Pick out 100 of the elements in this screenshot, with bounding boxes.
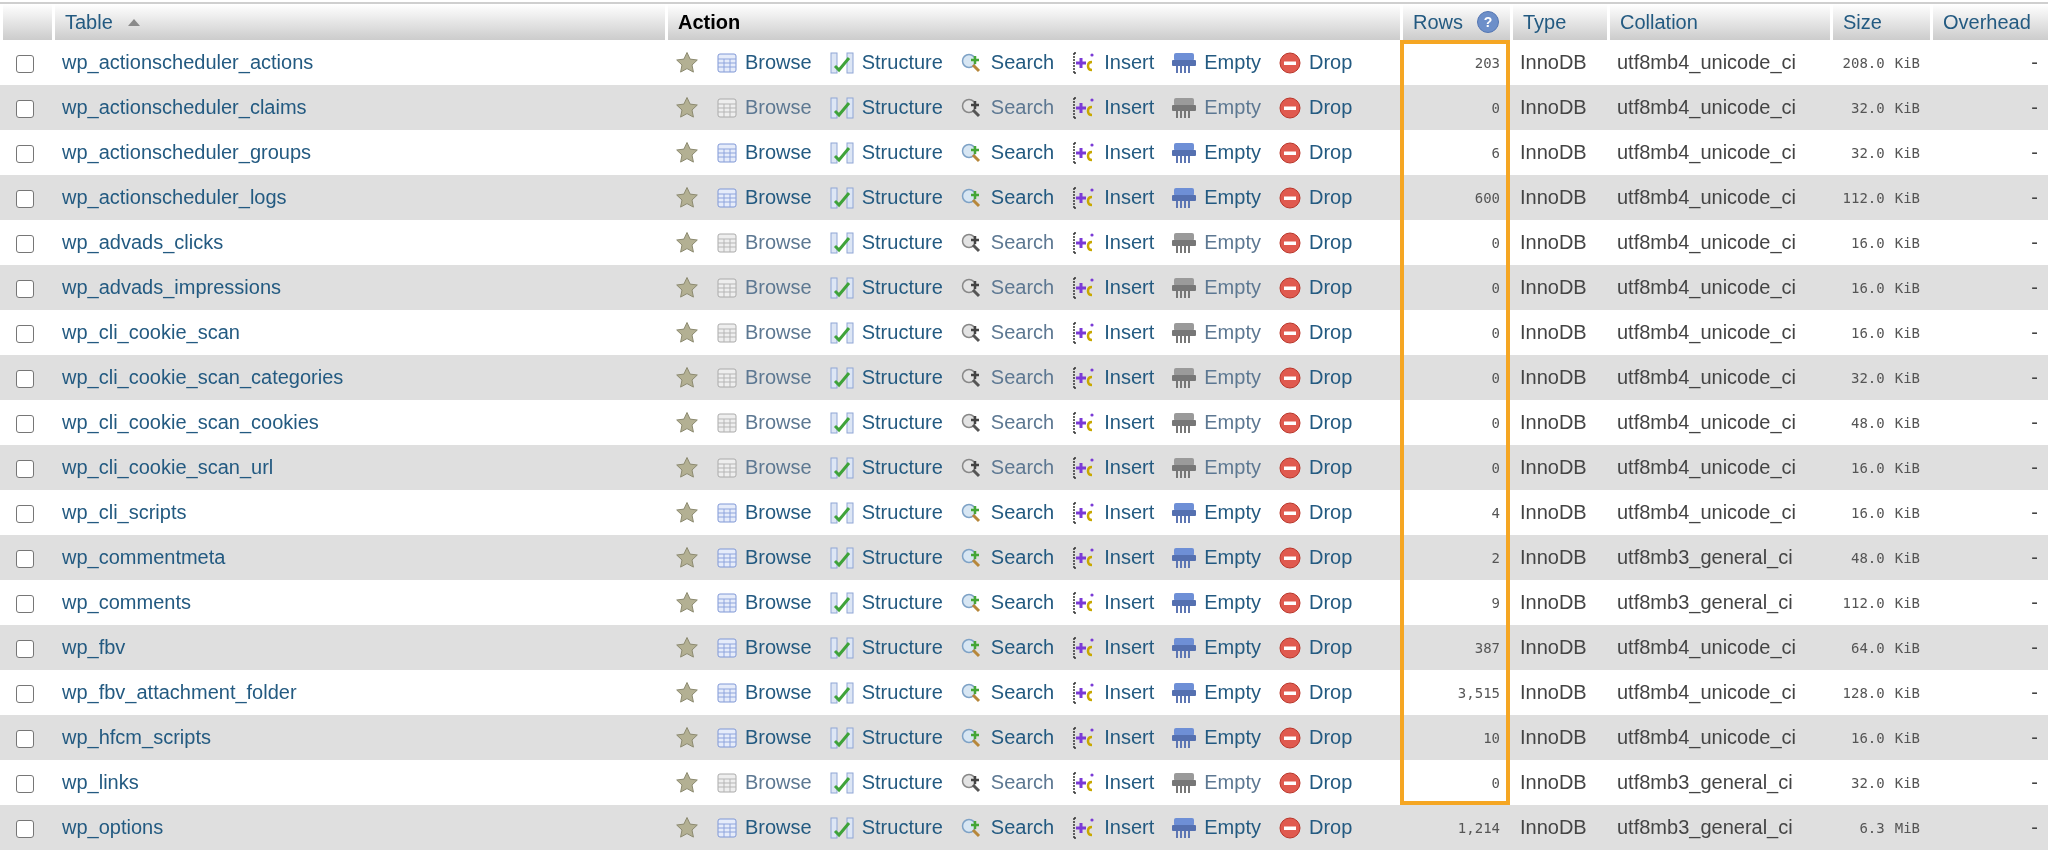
sort-ascending-icon[interactable] <box>126 17 141 27</box>
row-checkbox[interactable] <box>16 144 34 163</box>
row-checkbox[interactable] <box>16 189 34 208</box>
star-icon[interactable] <box>675 500 699 525</box>
insert-link[interactable]: Insert <box>1071 455 1155 480</box>
drop-link[interactable]: Drop <box>1277 365 1353 390</box>
insert-link[interactable]: Insert <box>1071 320 1155 345</box>
drop-link[interactable]: Drop <box>1277 320 1353 345</box>
empty-link[interactable]: Empty <box>1171 500 1261 525</box>
insert-link[interactable]: Insert <box>1071 410 1155 435</box>
row-checkbox[interactable] <box>16 684 34 703</box>
table-name-link[interactable]: wp_fbv <box>62 636 126 658</box>
column-header-link[interactable]: Rows <box>1413 10 1463 34</box>
browse-link[interactable]: Browse <box>716 816 812 839</box>
structure-link[interactable]: Structure <box>828 365 943 390</box>
help-icon[interactable]: ? <box>1477 11 1499 33</box>
star-icon[interactable] <box>675 95 699 120</box>
browse-link[interactable]: Browse <box>716 186 812 209</box>
empty-link[interactable]: Empty <box>1171 590 1261 615</box>
structure-link[interactable]: Structure <box>828 455 943 480</box>
search-link[interactable]: Search <box>959 635 1055 660</box>
row-checkbox[interactable] <box>16 819 34 838</box>
star-icon[interactable] <box>675 185 699 210</box>
structure-link[interactable]: Structure <box>828 230 943 255</box>
empty-link[interactable]: Empty <box>1171 545 1261 570</box>
structure-link[interactable]: Structure <box>828 770 943 795</box>
structure-link[interactable]: Structure <box>828 410 943 435</box>
table-name-link[interactable]: wp_advads_impressions <box>62 276 281 298</box>
browse-link[interactable]: Browse <box>716 591 812 614</box>
insert-link[interactable]: Insert <box>1071 590 1155 615</box>
browse-link[interactable]: Browse <box>716 546 812 569</box>
empty-link[interactable]: Empty <box>1171 680 1261 705</box>
empty-link[interactable]: Empty <box>1171 140 1261 165</box>
search-link[interactable]: Search <box>959 815 1055 840</box>
search-link[interactable]: Search <box>959 50 1055 75</box>
table-name-link[interactable]: wp_actionscheduler_claims <box>62 96 307 118</box>
star-icon[interactable] <box>675 50 699 75</box>
table-name-link[interactable]: wp_cli_cookie_scan_cookies <box>62 411 319 433</box>
row-checkbox[interactable] <box>16 234 34 253</box>
column-header-link[interactable]: Table <box>65 10 113 34</box>
structure-link[interactable]: Structure <box>828 635 943 660</box>
drop-link[interactable]: Drop <box>1277 725 1353 750</box>
browse-link[interactable]: Browse <box>716 726 812 749</box>
insert-link[interactable]: Insert <box>1071 500 1155 525</box>
row-checkbox[interactable] <box>16 99 34 118</box>
star-icon[interactable] <box>675 365 699 390</box>
table-name-link[interactable]: wp_actionscheduler_actions <box>62 51 314 73</box>
structure-link[interactable]: Structure <box>828 50 943 75</box>
row-checkbox[interactable] <box>16 279 34 298</box>
drop-link[interactable]: Drop <box>1277 770 1353 795</box>
star-icon[interactable] <box>675 230 699 255</box>
drop-link[interactable]: Drop <box>1277 185 1353 210</box>
browse-link[interactable]: Browse <box>716 141 812 164</box>
drop-link[interactable]: Drop <box>1277 50 1353 75</box>
table-name-link[interactable]: wp_cli_cookie_scan <box>62 321 240 343</box>
drop-link[interactable]: Drop <box>1277 635 1353 660</box>
structure-link[interactable]: Structure <box>828 275 943 300</box>
table-name-link[interactable]: wp_fbv_attachment_folder <box>62 681 297 703</box>
browse-link[interactable]: Browse <box>716 501 812 524</box>
table-name-link[interactable]: wp_cli_cookie_scan_url <box>62 456 274 478</box>
insert-link[interactable]: Insert <box>1071 680 1155 705</box>
insert-link[interactable]: Insert <box>1071 545 1155 570</box>
empty-link[interactable]: Empty <box>1171 50 1261 75</box>
table-name-link[interactable]: wp_links <box>62 771 139 793</box>
insert-link[interactable]: Insert <box>1071 185 1155 210</box>
empty-link[interactable]: Empty <box>1171 725 1261 750</box>
search-link[interactable]: Search <box>959 185 1055 210</box>
row-checkbox[interactable] <box>16 324 34 343</box>
browse-link[interactable]: Browse <box>716 681 812 704</box>
table-name-link[interactable]: wp_commentmeta <box>62 546 226 568</box>
insert-link[interactable]: Insert <box>1071 815 1155 840</box>
search-link[interactable]: Search <box>959 545 1055 570</box>
structure-link[interactable]: Structure <box>828 95 943 120</box>
insert-link[interactable]: Insert <box>1071 230 1155 255</box>
structure-link[interactable]: Structure <box>828 590 943 615</box>
empty-link[interactable]: Empty <box>1171 635 1261 660</box>
structure-link[interactable]: Structure <box>828 815 943 840</box>
search-link[interactable]: Search <box>959 725 1055 750</box>
star-icon[interactable] <box>675 725 699 750</box>
table-name-link[interactable]: wp_actionscheduler_groups <box>62 141 312 163</box>
structure-link[interactable]: Structure <box>828 140 943 165</box>
star-icon[interactable] <box>675 590 699 615</box>
insert-link[interactable]: Insert <box>1071 725 1155 750</box>
star-icon[interactable] <box>675 635 699 660</box>
empty-link[interactable]: Empty <box>1171 185 1261 210</box>
drop-link[interactable]: Drop <box>1277 815 1353 840</box>
browse-link[interactable]: Browse <box>716 636 812 659</box>
insert-link[interactable]: Insert <box>1071 50 1155 75</box>
drop-link[interactable]: Drop <box>1277 590 1353 615</box>
row-checkbox[interactable] <box>16 54 34 73</box>
star-icon[interactable] <box>675 320 699 345</box>
row-checkbox[interactable] <box>16 774 34 793</box>
row-checkbox[interactable] <box>16 504 34 523</box>
empty-link[interactable]: Empty <box>1171 815 1261 840</box>
table-name-link[interactable]: wp_hfcm_scripts <box>62 726 211 748</box>
row-checkbox[interactable] <box>16 729 34 748</box>
insert-link[interactable]: Insert <box>1071 95 1155 120</box>
row-checkbox[interactable] <box>16 414 34 433</box>
row-checkbox[interactable] <box>16 549 34 568</box>
table-name-link[interactable]: wp_comments <box>62 591 191 613</box>
